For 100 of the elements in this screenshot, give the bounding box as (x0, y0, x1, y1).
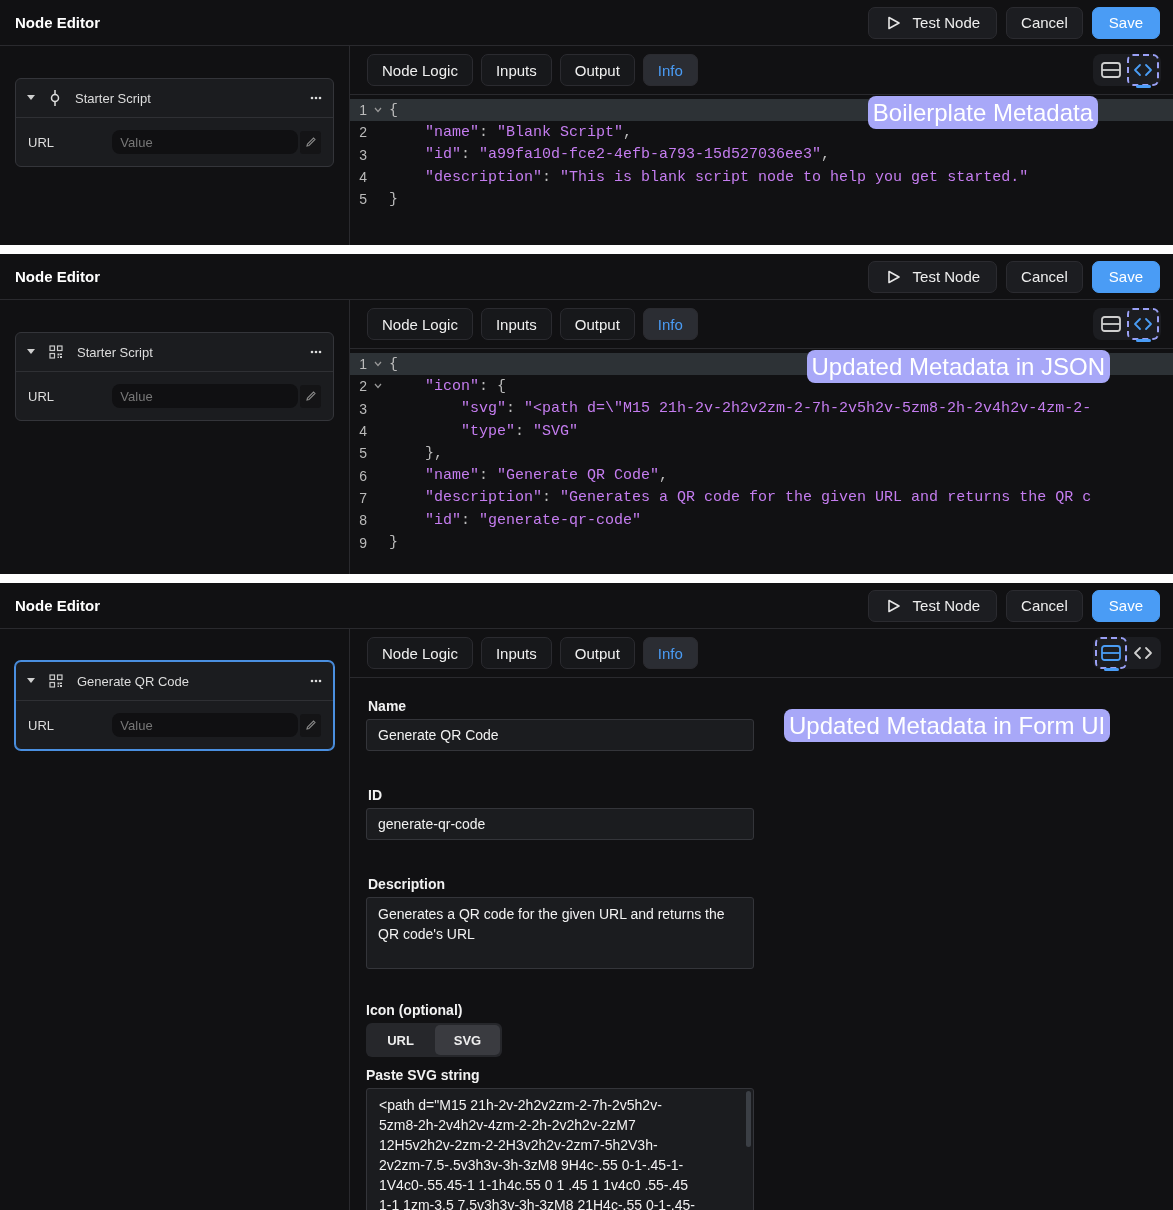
tab[interactable]: Node Logic (367, 54, 473, 86)
editor-title: Node Editor (15, 597, 100, 614)
code-icon (1133, 646, 1153, 660)
value-field[interactable]: Value (112, 384, 299, 408)
node-card[interactable]: Starter Script URL Value (15, 332, 334, 421)
code-line: { (389, 355, 398, 373)
line-number: 1 (358, 356, 367, 373)
icon-label: Icon (optional) (366, 1002, 464, 1018)
edit-button[interactable] (300, 384, 321, 408)
tab[interactable]: Info (642, 54, 698, 86)
cancel-button[interactable]: Cancel (1006, 589, 1083, 622)
fold-chevron-icon[interactable] (374, 361, 382, 368)
line-number: 4 (358, 423, 367, 440)
description-label: Description (368, 876, 446, 892)
line-number: 7 (358, 489, 367, 506)
pencil-icon (304, 136, 317, 148)
node-title: Starter Script (77, 344, 154, 360)
line-number: 3 (358, 146, 367, 163)
tab[interactable]: Output (559, 54, 635, 86)
svg-string-field[interactable]: <path d="M15 21h-2v-2h2v2zm-2-7h-2v5h2v- 5zm8-2h-2v4h2v-4zm-2-2h-2v2h2v-2zM7 12H5v2h2v-2zm-2-2H3v2h2v-2zm7-5h2V3h- 2v2zm-7.5-.5v3h3v-3h-3zM8 9H4c-.55 0-1-.45-1- 1V4c0-.55.45-1 1-1h4c.55 0 1 .45 1 1v4c0 .55-.45 1-1 1zm-3.5 7.5v3h3v-3h-3zM8 21H4c-.55 0-1-.45- (366, 1088, 754, 1210)
tab[interactable]: Output (559, 308, 635, 340)
line-number: 5 (358, 191, 367, 208)
line-number: 2 (358, 124, 367, 141)
code-line: "id": "generate-qr-code" (424, 511, 642, 529)
tab[interactable]: Node Logic (367, 637, 473, 669)
line-number: 6 (358, 467, 367, 484)
code-line: } (389, 534, 398, 551)
caret-icon[interactable] (27, 349, 35, 355)
tab[interactable]: Inputs (480, 54, 552, 86)
edit-button[interactable] (300, 130, 321, 154)
field-label: URL (28, 388, 55, 404)
tab[interactable]: Info (642, 637, 698, 669)
edit-button[interactable] (300, 713, 321, 737)
code-line: "description": "Generates a QR code for the given URL and returns the QR c (424, 489, 1092, 507)
field-label: URL (28, 717, 55, 733)
id-label: ID (368, 787, 383, 803)
annotation-callout: Updated Metadata in Form UI (784, 709, 1111, 742)
tab[interactable]: Node Logic (367, 308, 473, 340)
node-title: Starter Script (75, 90, 152, 106)
line-number: 2 (358, 378, 367, 395)
tab[interactable]: Inputs (480, 308, 552, 340)
line-number: 3 (358, 400, 367, 417)
test-node-button[interactable]: Test Node (867, 260, 998, 293)
code-line: "icon": { (424, 377, 507, 395)
id-field[interactable]: generate-qr-code (366, 808, 754, 840)
value-field[interactable]: Value (112, 713, 299, 737)
tab[interactable]: Inputs (480, 637, 552, 669)
icon-type-option[interactable]: SVG (435, 1025, 500, 1055)
code-icon (1133, 317, 1153, 331)
line-number: 1 (358, 102, 367, 119)
field-label: URL (28, 134, 55, 150)
cancel-button[interactable]: Cancel (1006, 260, 1083, 293)
qr-code-icon (49, 345, 63, 359)
tab[interactable]: Info (642, 308, 698, 340)
code-line: "name": "Generate QR Code", (424, 467, 669, 485)
tab[interactable]: Output (559, 637, 635, 669)
fold-chevron-icon[interactable] (374, 383, 382, 390)
code-line: "svg": "<path d=\"M15 21h-2v-2h2v2zm-2-7h-2v5h2v-5zm8-2h-2v4h2v-4zm-2- (460, 400, 1092, 418)
split-view-icon (1101, 645, 1121, 661)
play-icon (886, 15, 901, 30)
code-line: "name": "Blank Script", (424, 123, 633, 141)
commit-icon (49, 90, 61, 106)
line-number: 8 (358, 512, 367, 529)
svg-label: Paste SVG string (366, 1067, 481, 1083)
node-title: Generate QR Code (77, 673, 190, 689)
pencil-icon (304, 719, 317, 731)
more-icon[interactable] (310, 679, 322, 683)
scrollbar-thumb[interactable] (746, 1091, 751, 1147)
split-view-icon (1101, 316, 1121, 332)
caret-icon[interactable] (27, 95, 35, 101)
icon-type-option[interactable]: URL (368, 1025, 433, 1055)
annotation-callout: Boilerplate Metadata (867, 96, 1098, 129)
code-line: }, (424, 444, 443, 462)
line-number: 5 (358, 445, 367, 462)
fold-chevron-icon[interactable] (374, 107, 382, 114)
code-view-button[interactable] (1127, 308, 1159, 340)
play-icon (886, 598, 901, 613)
name-field[interactable]: Generate QR Code (366, 719, 754, 751)
play-icon (886, 269, 901, 284)
node-card[interactable]: Generate QR Code URL Value (15, 661, 334, 750)
more-icon[interactable] (310, 96, 322, 100)
test-node-button[interactable]: Test Node (867, 589, 998, 622)
code-line: { (389, 101, 398, 119)
pencil-icon (304, 390, 317, 402)
code-view-button[interactable] (1127, 54, 1159, 86)
code-line: } (389, 190, 398, 208)
more-icon[interactable] (310, 350, 322, 354)
code-line: "type": "SVG" (460, 422, 579, 440)
caret-icon[interactable] (27, 678, 35, 684)
test-node-button[interactable]: Test Node (867, 6, 998, 39)
annotation-callout: Updated Metadata in JSON (806, 350, 1110, 383)
line-number: 9 (358, 534, 367, 551)
description-field[interactable]: Generates a QR code for the given URL and returns the QR code's URL (366, 897, 754, 969)
node-card[interactable]: Starter Script URL Value (15, 78, 334, 167)
editor-title: Node Editor (15, 14, 100, 31)
code-line: "description": "This is blank script node to help you get started." (424, 168, 1029, 186)
cancel-button[interactable]: Cancel (1006, 6, 1083, 39)
value-field[interactable]: Value (112, 130, 299, 154)
form-view-button[interactable] (1095, 637, 1127, 669)
code-icon (1133, 63, 1153, 77)
